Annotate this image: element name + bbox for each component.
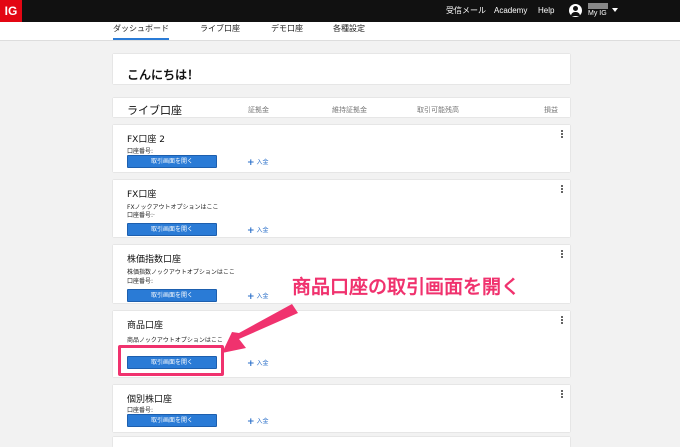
annotation-arrow-icon — [222, 304, 298, 353]
annotation-callout: 商品口座の取引画面を開く — [292, 276, 521, 298]
